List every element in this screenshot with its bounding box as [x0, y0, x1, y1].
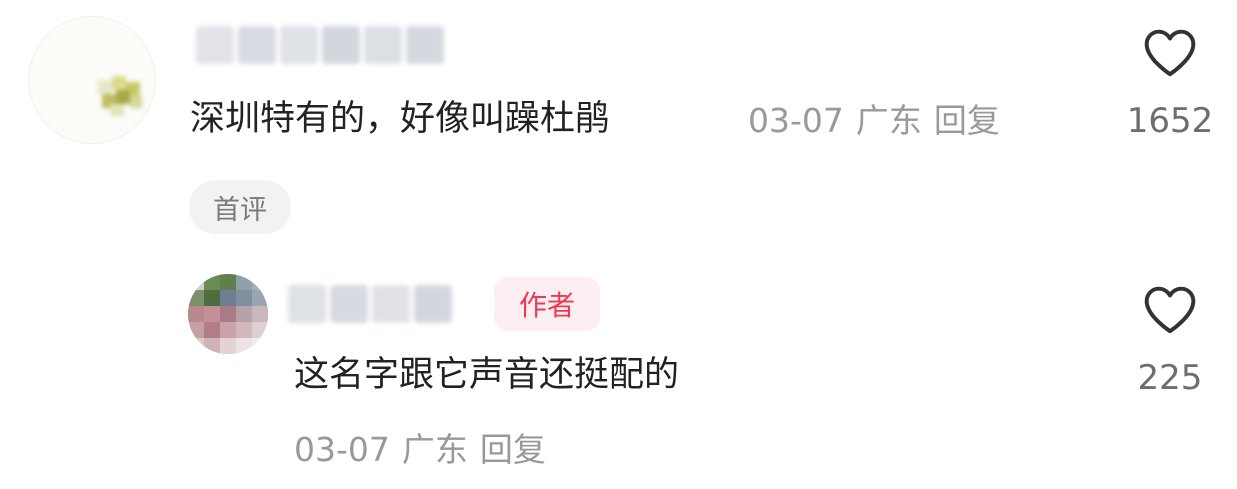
comment-meta: 03-07 广东 回复 [748, 104, 1000, 137]
comment-like-button[interactable] [1142, 26, 1198, 82]
reply-text: 这名字跟它声音还挺配的 [294, 355, 680, 395]
reply-meta: 03-07 广东 回复 [294, 433, 546, 466]
comment-location: 广东 [855, 101, 922, 140]
comment-reply-button[interactable]: 回复 [934, 101, 1000, 140]
commenter-avatar[interactable] [28, 16, 156, 144]
reply-location: 广东 [401, 430, 468, 469]
author-username-blurred[interactable] [288, 281, 474, 327]
reply-like-button[interactable] [1142, 283, 1198, 339]
comment-like-count: 1652 [1126, 101, 1214, 141]
comment-date: 03-07 [748, 101, 844, 140]
reply-like-count: 225 [1137, 358, 1203, 398]
author-avatar[interactable] [188, 274, 268, 354]
heart-outline-icon [1144, 286, 1196, 334]
heart-outline-icon [1144, 29, 1196, 77]
reply-date: 03-07 [294, 430, 390, 469]
commenter-username-blurred[interactable] [196, 22, 458, 68]
author-badge: 作者 [494, 277, 600, 331]
avatar-blurred-image [90, 72, 150, 120]
comment-text: 深圳特有的，好像叫躁杜鹃 [190, 99, 611, 139]
reply-reply-button[interactable]: 回复 [480, 430, 546, 469]
first-comment-tag: 首评 [189, 180, 291, 234]
